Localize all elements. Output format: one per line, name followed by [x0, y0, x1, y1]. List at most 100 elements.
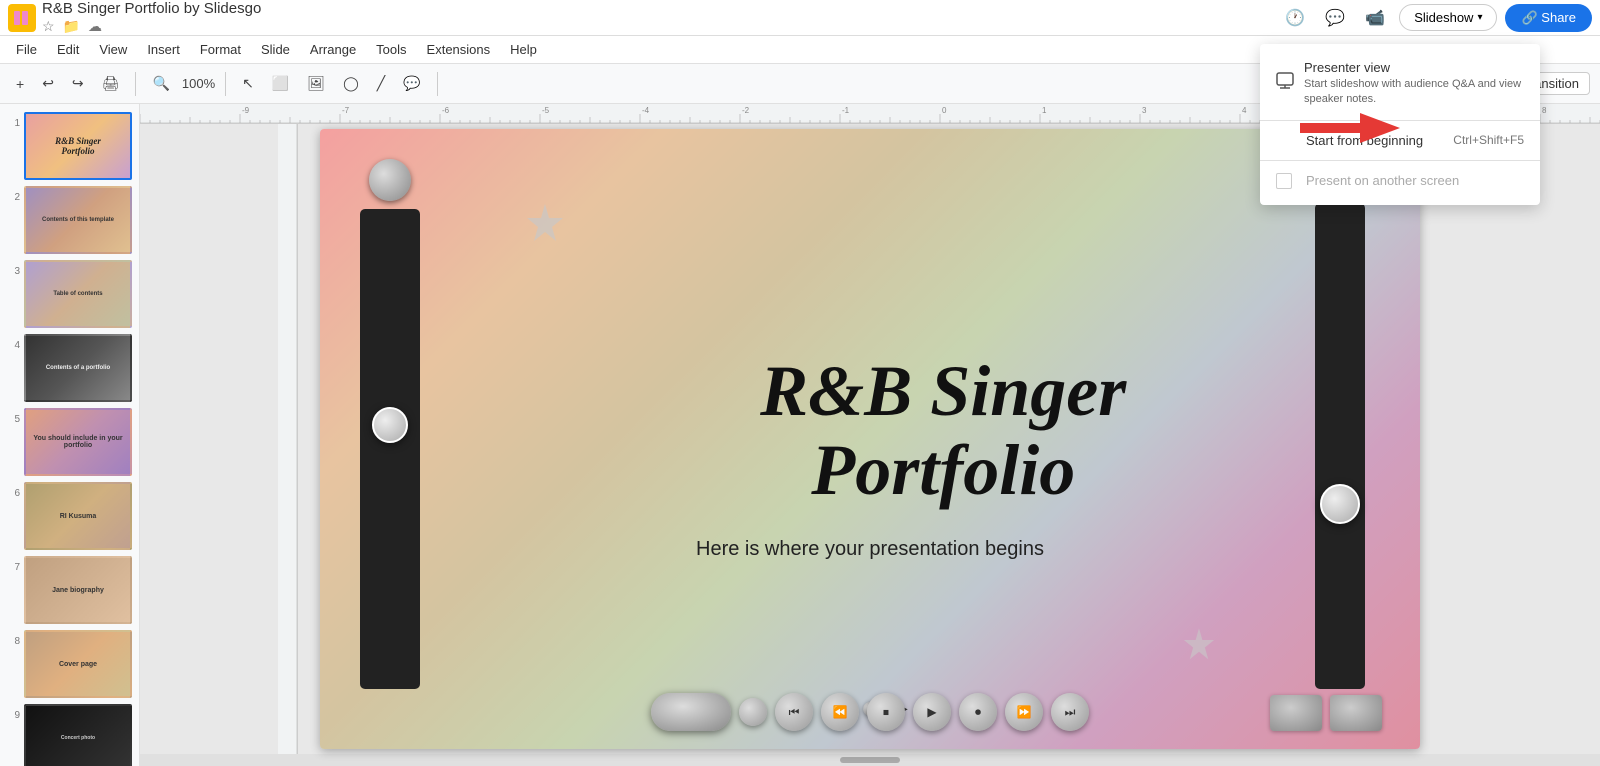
slide-thumb-5[interactable]: 5You should include in your portfolio	[4, 408, 135, 476]
undo-button[interactable]: ↩	[36, 71, 60, 96]
app-logo: R&B Singer Portfolio by Slidesgo ☆ 📁 ☁	[8, 0, 261, 35]
title-area: R&B Singer Portfolio by Slidesgo ☆ 📁 ☁	[42, 0, 261, 35]
transport-stop[interactable]: ⏹	[867, 693, 905, 731]
slide-thumb-3[interactable]: 3Table of contents	[4, 260, 135, 328]
transport-play[interactable]: ▶	[913, 693, 951, 731]
vertical-ruler	[278, 124, 298, 754]
image-tool[interactable]: 🖼	[301, 71, 331, 96]
doc-title[interactable]: R&B Singer Portfolio by Slidesgo	[42, 0, 261, 17]
share-button[interactable]: 🔗 Share	[1505, 4, 1592, 32]
red-arrow-indicator	[1300, 108, 1400, 151]
topbar: R&B Singer Portfolio by Slidesgo ☆ 📁 ☁ 🕐…	[0, 0, 1600, 36]
slide-thumb-1[interactable]: 1 R&B SingerPortfolio	[4, 112, 135, 180]
menu-tools[interactable]: Tools	[368, 40, 414, 59]
svg-text:4: 4	[1242, 106, 1247, 115]
slide-canvas-thumb-3: Table of contents	[26, 262, 130, 326]
slideshow-button[interactable]: Slideshow ▾	[1399, 4, 1497, 31]
transport-back[interactable]: ⏪	[821, 693, 859, 731]
slide-thumb-8[interactable]: 8Cover page	[4, 630, 135, 698]
present-other-item[interactable]: Present on another screen	[1260, 165, 1540, 197]
line-tool[interactable]: ╱	[371, 71, 391, 96]
folder-icon[interactable]: 📁	[63, 18, 80, 35]
slide-title-line1: R&B Singer	[760, 351, 1126, 431]
slide-number-7: 7	[4, 556, 20, 573]
slide-image-9: Concert photo	[24, 704, 132, 766]
transport-fwd[interactable]: ⏩	[1005, 693, 1043, 731]
present-other-icon	[1276, 173, 1296, 189]
transport-next[interactable]: ⏭	[1051, 693, 1089, 731]
menu-edit[interactable]: Edit	[49, 40, 87, 59]
slide-canvas-thumb-5: You should include in your portfolio	[26, 410, 130, 474]
presenter-view-item[interactable]: Presenter view Start slideshow with audi…	[1260, 52, 1540, 116]
star-icon[interactable]: ☆	[42, 18, 55, 35]
comments-button[interactable]: 💬	[1319, 6, 1351, 30]
slide-subtitle-text: Here is where your presentation begins	[696, 538, 1044, 560]
screen-icon-1[interactable]	[1270, 695, 1322, 731]
slide-image-1: R&B SingerPortfolio	[24, 112, 132, 180]
menu-extensions[interactable]: Extensions	[419, 40, 499, 59]
menu-arrange[interactable]: Arrange	[302, 40, 364, 59]
presenter-view-content: Presenter view Start slideshow with audi…	[1304, 60, 1524, 108]
redo-button[interactable]: ↪	[66, 71, 90, 96]
presenter-view-desc: Start slideshow with audience Q&A and vi…	[1304, 77, 1524, 108]
transport-prev[interactable]: ⏮	[775, 693, 813, 731]
svg-text:-2: -2	[742, 106, 750, 115]
svg-text:-5: -5	[542, 106, 550, 115]
slide-canvas-thumb-1: R&B SingerPortfolio	[26, 114, 130, 178]
meeting-button[interactable]: 📹	[1359, 6, 1391, 30]
slide-image-5: You should include in your portfolio	[24, 408, 132, 476]
slide-subtitle[interactable]: Here is where your presentation begins	[696, 538, 1044, 561]
presenter-view-label: Presenter view	[1304, 60, 1524, 75]
zoom-level: 100%	[182, 76, 215, 91]
star-large	[520, 199, 570, 252]
shapes-tool[interactable]: ◯	[337, 71, 365, 96]
bottom-scrollbar[interactable]	[140, 754, 1600, 766]
slide-image-3: Table of contents	[24, 260, 132, 328]
slide-thumb-2[interactable]: 2Contents of this template	[4, 186, 135, 254]
slide-thumb-4[interactable]: 4 Contents of a portfolio	[4, 334, 135, 402]
top-knob[interactable]	[369, 159, 411, 201]
transport-record[interactable]: ⏺	[959, 693, 997, 731]
menu-insert[interactable]: Insert	[139, 40, 188, 59]
screen-icon-2[interactable]	[1330, 695, 1382, 731]
zoom-button[interactable]: 🔍	[146, 71, 175, 96]
slide-canvas-thumb-4: Contents of a portfolio	[26, 336, 130, 400]
slider-track-right[interactable]	[1315, 203, 1365, 689]
transport-bar: ⏮ ⏪ ⏹ ▶ ⏺ ⏩ ⏭	[651, 693, 1089, 731]
slide-image-4: Contents of a portfolio	[24, 334, 132, 402]
slider-knob-right[interactable]	[1320, 484, 1360, 524]
menu-help[interactable]: Help	[502, 40, 545, 59]
menu-file[interactable]: File	[8, 40, 45, 59]
slide-number-1: 1	[4, 112, 20, 129]
svg-text:-7: -7	[342, 106, 350, 115]
slide-thumb-7[interactable]: 7Jane biography	[4, 556, 135, 624]
shape-tool[interactable]: ⬜	[266, 71, 295, 96]
menu-format[interactable]: Format	[192, 40, 249, 59]
add-slide-button[interactable]: +	[10, 72, 30, 96]
share-icon: 🔗	[1521, 10, 1541, 25]
slide-number-6: 6	[4, 482, 20, 499]
slide-title[interactable]: R&B Singer Portfolio	[760, 352, 1126, 510]
history-button[interactable]: 🕐	[1279, 6, 1311, 30]
menu-view[interactable]: View	[91, 40, 135, 59]
slider-track-left[interactable]	[360, 209, 420, 689]
transport-dial-small[interactable]	[739, 698, 767, 726]
logo-icon	[8, 4, 36, 32]
slide-thumb-9[interactable]: 9Concert photo	[4, 704, 135, 766]
cloud-icon[interactable]: ☁	[88, 18, 102, 35]
big-knob[interactable]	[651, 693, 731, 731]
cursor-tool[interactable]: ↖	[236, 71, 260, 96]
menu-slide[interactable]: Slide	[253, 40, 298, 59]
slider-knob-left[interactable]	[372, 407, 408, 443]
right-slider-assembly	[1292, 159, 1388, 689]
svg-text:-1: -1	[842, 106, 850, 115]
slide-thumb-6[interactable]: 6RI Kusuma	[4, 482, 135, 550]
slide-canvas[interactable]: R&B Singer Portfolio Here is where your …	[320, 129, 1420, 749]
slide-number-4: 4	[4, 334, 20, 351]
print-button[interactable]: 🖨	[96, 71, 126, 96]
comment-tool[interactable]: 💬	[397, 71, 426, 96]
svg-text:-6: -6	[442, 106, 450, 115]
slide-title-line2: Portfolio	[811, 430, 1075, 510]
doc-icons: ☆ 📁 ☁	[42, 18, 261, 35]
svg-text:1: 1	[1042, 106, 1047, 115]
